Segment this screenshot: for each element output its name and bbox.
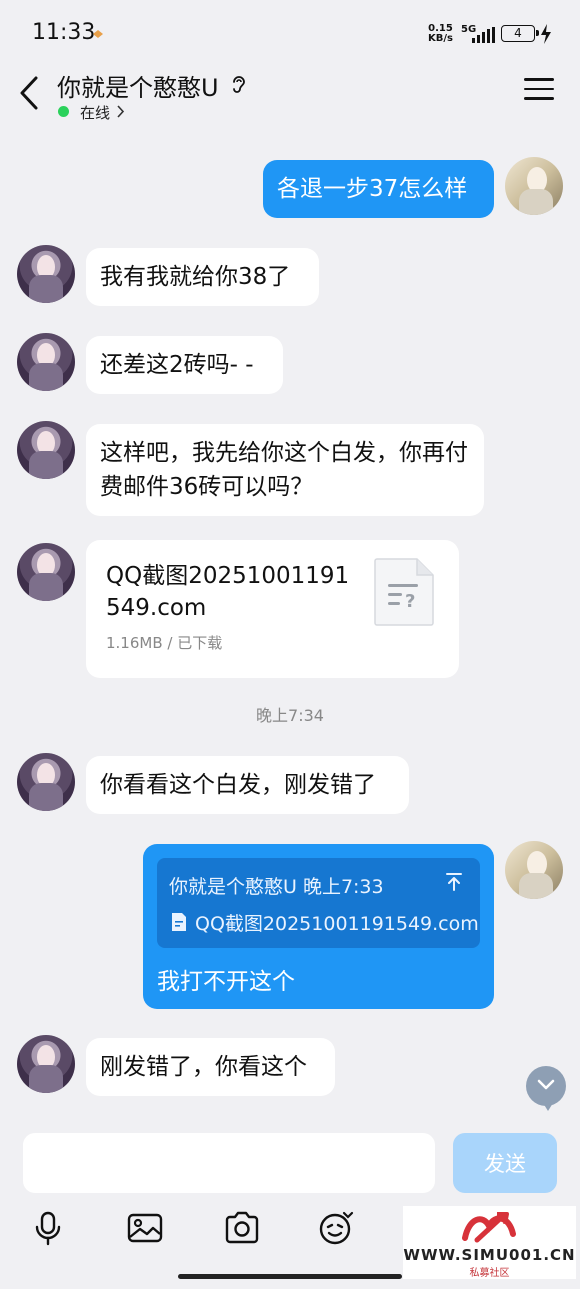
chat-header: 你就是个憨憨U 在线 [0, 60, 580, 130]
signal-icon [472, 27, 495, 43]
message-bubble-outgoing[interactable]: 各退一步37怎么样 [263, 160, 494, 218]
file-meta: 1.16MB / 已下载 [106, 634, 223, 652]
watermark-subtext: 私募社区 [469, 1268, 510, 1279]
watermark-text: WWW.SIMU001.CN [403, 1246, 576, 1264]
online-status-label[interactable]: 在线 [80, 102, 110, 123]
svg-text:?: ? [405, 591, 415, 612]
message-input[interactable] [23, 1133, 435, 1193]
menu-button[interactable] [524, 78, 554, 106]
message-bubble-incoming[interactable]: 刚发错了，你看这个 [86, 1038, 335, 1096]
message-bubble-incoming[interactable]: 还差这2砖吗- - [86, 336, 283, 394]
network-speed: 0.15 KB/s [428, 24, 453, 44]
site-watermark: WWW.SIMU001.CN 私募社区 [403, 1206, 576, 1279]
chevron-right-icon[interactable] [117, 105, 125, 118]
avatar-contact[interactable] [17, 245, 75, 303]
avatar-me[interactable] [505, 841, 563, 899]
sticker-icon[interactable] [318, 1210, 354, 1246]
jump-to-quote-icon[interactable] [445, 872, 463, 892]
avatar-me[interactable] [505, 157, 563, 215]
microphone-icon[interactable] [30, 1210, 66, 1246]
message-bubble-incoming[interactable]: 这样吧，我先给你这个白发，你再付费邮件36砖可以吗？ [86, 424, 484, 516]
composer: 发送 WWW.SIMU001.CN 私募社区 [0, 1124, 580, 1289]
home-indicator[interactable] [178, 1274, 402, 1279]
unknown-file-icon: ? [374, 558, 434, 626]
image-icon[interactable] [127, 1210, 163, 1246]
scroll-to-bottom-button[interactable] [526, 1066, 566, 1111]
reply-text: 我打不开这个 [157, 969, 295, 995]
avatar-contact[interactable] [17, 333, 75, 391]
chevron-down-icon [537, 1079, 555, 1090]
file-name: QQ截图20251001191549.com [106, 563, 350, 621]
camera-icon[interactable] [224, 1210, 260, 1246]
chat-title[interactable]: 你就是个憨憨U [57, 68, 219, 103]
file-icon [172, 913, 186, 931]
quote-file-name: QQ截图20251001191549.com [195, 913, 479, 935]
message-bubble-outgoing-reply[interactable]: 你就是个憨憨U 晚上7:33 QQ截图20251001191549.com 我打… [143, 844, 494, 1009]
message-bubble-incoming[interactable]: 你看看这个白发，刚发错了 [86, 756, 409, 814]
avatar-contact[interactable] [17, 421, 75, 479]
battery-indicator: 4 [501, 25, 539, 42]
send-button[interactable]: 发送 [453, 1133, 557, 1193]
online-status-dot [58, 106, 69, 117]
file-message-card[interactable]: QQ截图20251001191549.com 1.16MB / 已下载 ? [86, 540, 459, 678]
ear-icon[interactable] [228, 73, 250, 95]
charging-icon [541, 24, 551, 44]
status-bar: 11:33 0.15 KB/s 5G 4 [0, 0, 580, 66]
location-icon [93, 30, 103, 38]
quote-author: 你就是个憨憨U 晚上7:33 [169, 876, 384, 898]
message-timestamp: 晚上7:34 [256, 706, 324, 725]
avatar-contact[interactable] [17, 753, 75, 811]
network-speed-unit: KB/s [428, 33, 453, 44]
watermark-logo [462, 1212, 516, 1243]
avatar-contact[interactable] [17, 1035, 75, 1093]
quoted-message[interactable]: 你就是个憨憨U 晚上7:33 QQ截图20251001191549.com [157, 858, 480, 948]
back-arrow-icon[interactable] [16, 74, 46, 112]
status-time: 11:33 [32, 20, 96, 45]
avatar-contact[interactable] [17, 543, 75, 601]
message-bubble-incoming[interactable]: 我有我就给你38了 [86, 248, 319, 306]
